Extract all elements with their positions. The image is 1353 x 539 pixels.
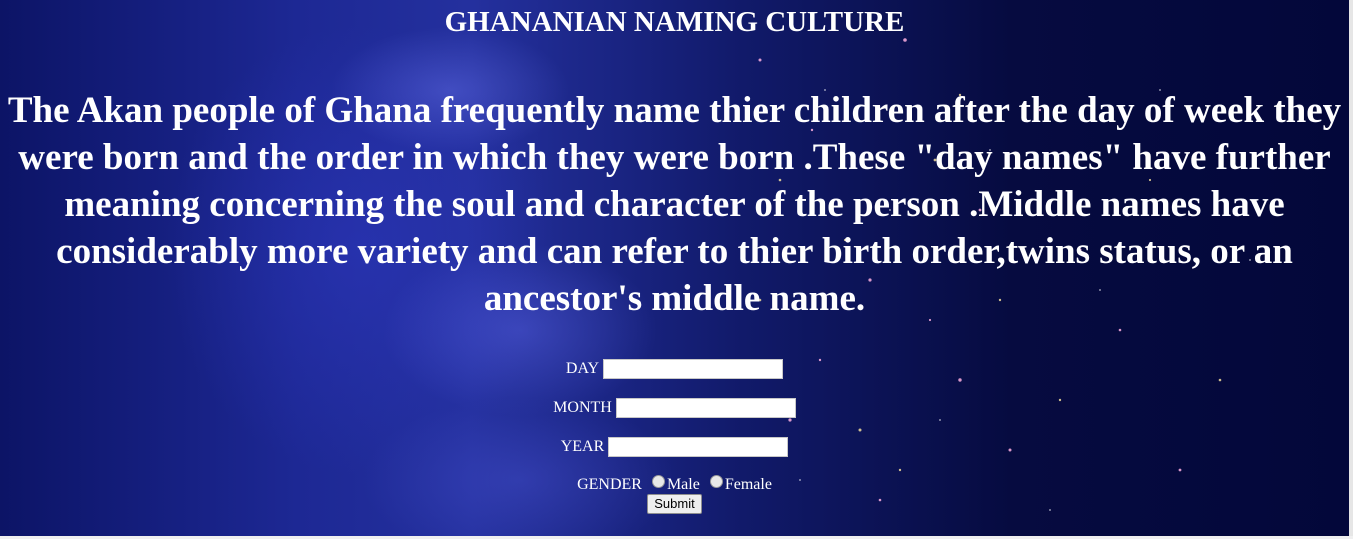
female-radio-label: Female — [724, 476, 772, 493]
month-label: MONTH — [553, 399, 612, 416]
day-input[interactable] — [603, 359, 784, 380]
month-row: MONTH — [0, 398, 1349, 419]
year-row: YEAR — [0, 437, 1349, 458]
main-content: GHANANIAN NAMING CULTURE The Akan people… — [0, 0, 1349, 514]
day-row: DAY — [0, 359, 1349, 380]
year-input[interactable] — [608, 437, 789, 458]
intro-paragraph: The Akan people of Ghana frequently name… — [7, 90, 1342, 319]
month-input[interactable] — [615, 398, 796, 419]
female-radio[interactable] — [709, 475, 723, 488]
submit-button[interactable]: Submit — [647, 494, 702, 514]
male-radio-label: Male — [666, 476, 700, 493]
day-name-form: DAY MONTH YEAR GENDER Male Female Submit — [0, 359, 1349, 514]
page-scrollbar[interactable] — [1349, 0, 1353, 536]
hero-background: GHANANIAN NAMING CULTURE The Akan people… — [0, 0, 1349, 536]
year-label: YEAR — [560, 438, 605, 455]
day-label: DAY — [565, 360, 600, 377]
gender-row: GENDER Male Female — [0, 475, 1349, 495]
gender-label: GENDER — [577, 476, 642, 493]
male-radio[interactable] — [651, 475, 665, 488]
page-title: GHANANIAN NAMING CULTURE — [444, 6, 905, 38]
